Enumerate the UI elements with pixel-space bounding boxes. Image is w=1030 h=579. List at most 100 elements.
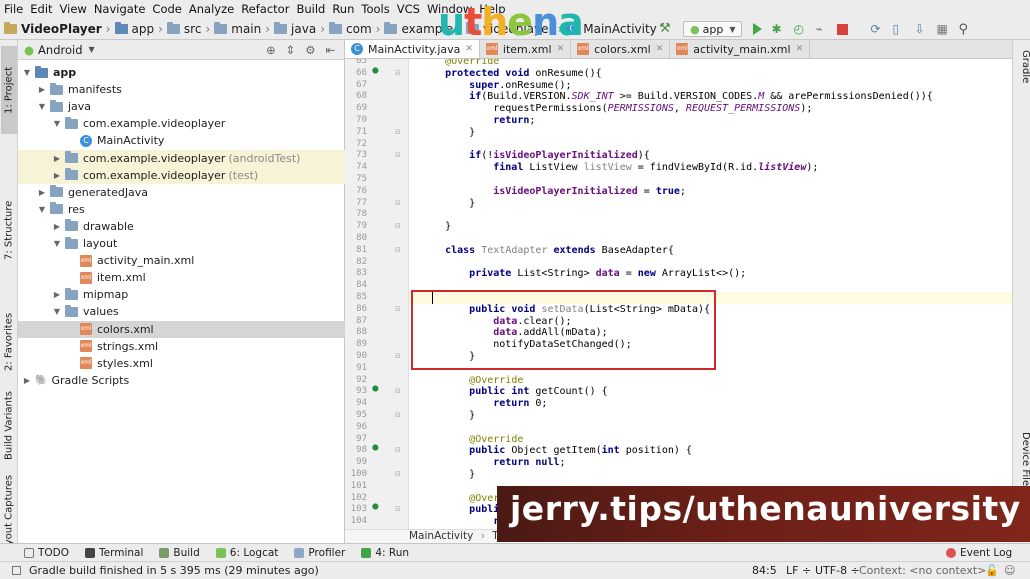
- fold-end-icon[interactable]: ⊟: [395, 199, 401, 207]
- close-icon[interactable]: ✕: [796, 44, 804, 54]
- expand-arrow-icon[interactable]: ▼: [22, 68, 32, 77]
- tree-item[interactable]: xml item.xml: [18, 269, 345, 286]
- breadcrumb-item[interactable]: main: [214, 21, 261, 36]
- scroll-from-source-icon[interactable]: ⊕: [266, 43, 276, 57]
- tab-favorites[interactable]: 2: Favorites: [1, 302, 17, 382]
- breadcrumb-item[interactable]: app: [114, 21, 154, 36]
- tree-item[interactable]: ▶ com.example.videoplayer (androidTest): [18, 149, 345, 167]
- stop-icon[interactable]: [837, 23, 849, 35]
- fold-icon[interactable]: ⊟: [395, 505, 401, 513]
- menu-file[interactable]: File: [4, 2, 23, 16]
- override-marker-icon[interactable]: ⬤: [372, 444, 382, 454]
- breadcrumb-item[interactable]: VideoPlayer: [4, 21, 102, 36]
- tree-item[interactable]: ▼ res: [18, 201, 345, 218]
- editor-tab[interactable]: C MainActivity.java ✕: [345, 40, 480, 58]
- context-indicator[interactable]: Context: <no context>: [859, 564, 986, 577]
- fold-icon[interactable]: ⊟: [395, 446, 401, 454]
- fold-icon[interactable]: ⊟: [395, 69, 401, 77]
- expand-arrow-icon[interactable]: ▼: [37, 205, 47, 214]
- avd-manager-icon[interactable]: ▯: [892, 22, 906, 36]
- tree-item[interactable]: ▼ values: [18, 303, 345, 320]
- fold-icon[interactable]: ⊟: [395, 387, 401, 395]
- menu-code[interactable]: Code: [152, 2, 181, 16]
- menu-edit[interactable]: Edit: [30, 2, 52, 16]
- tree-item[interactable]: xml colors.xml: [18, 320, 345, 338]
- tree-item[interactable]: C MainActivity: [18, 132, 345, 149]
- fold-icon[interactable]: ⊟: [395, 151, 401, 159]
- tool-logcat[interactable]: 6: Logcat: [215, 547, 278, 559]
- run-icon[interactable]: [753, 23, 763, 35]
- tree-item[interactable]: ▼ app: [18, 64, 345, 81]
- editor-tab[interactable]: xml item.xml ✕: [480, 40, 572, 58]
- tree-item[interactable]: ▶ generatedJava: [18, 184, 345, 201]
- tree-item[interactable]: ▼ java: [18, 98, 345, 115]
- collapse-arrow-icon[interactable]: ▶: [22, 376, 32, 385]
- collapse-arrow-icon[interactable]: ▶: [37, 188, 47, 197]
- collapse-arrow-icon[interactable]: ▶: [52, 222, 62, 231]
- line-separator[interactable]: LF ÷: [786, 564, 811, 577]
- tool-build[interactable]: Build: [159, 547, 200, 559]
- fold-icon[interactable]: ⊟: [395, 305, 401, 313]
- lock-icon[interactable]: 🔓: [985, 564, 999, 577]
- tree-item[interactable]: ▼ layout: [18, 235, 345, 252]
- tree-item[interactable]: xml activity_main.xml: [18, 252, 345, 269]
- expand-arrow-icon[interactable]: ▼: [37, 102, 47, 111]
- tool-todo[interactable]: TODO: [24, 547, 69, 559]
- breadcrumb-item[interactable]: com: [329, 21, 372, 36]
- tree-item[interactable]: ▶ com.example.videoplayer (test): [18, 166, 345, 184]
- tree-item[interactable]: xml styles.xml: [18, 355, 345, 372]
- editor-tab[interactable]: xml activity_main.xml ✕: [670, 40, 811, 58]
- menu-build[interactable]: Build: [296, 2, 325, 16]
- tab-structure[interactable]: 7: Structure: [1, 180, 17, 280]
- tool-run[interactable]: 4: Run: [361, 547, 409, 559]
- search-icon[interactable]: ⚲: [958, 22, 972, 37]
- tree-item[interactable]: xml strings.xml: [18, 338, 345, 355]
- project-view-selector[interactable]: Android: [38, 43, 82, 57]
- menu-vcs[interactable]: VCS: [397, 2, 420, 16]
- tab-project[interactable]: 1: Project: [1, 46, 17, 134]
- tree-item[interactable]: ▶ 🐘 Gradle Scripts: [18, 372, 345, 389]
- expand-arrow-icon[interactable]: ▼: [52, 307, 62, 316]
- collapse-all-icon[interactable]: ⇕: [286, 43, 296, 57]
- expand-arrow-icon[interactable]: ▼: [52, 239, 62, 248]
- close-icon[interactable]: ✕: [557, 44, 565, 54]
- tree-item[interactable]: ▶ manifests: [18, 81, 345, 98]
- collapse-arrow-icon[interactable]: ▶: [52, 154, 62, 163]
- breadcrumb-item[interactable]: src: [166, 21, 201, 36]
- fold-end-icon[interactable]: ⊟: [395, 128, 401, 136]
- override-marker-icon[interactable]: ⬤: [372, 67, 382, 77]
- tree-item[interactable]: ▼ com.example.videoplayer: [18, 115, 345, 132]
- expand-arrow-icon[interactable]: ▼: [52, 119, 62, 128]
- menu-tools[interactable]: Tools: [361, 2, 389, 16]
- editor-breadcrumb-class[interactable]: MainActivity: [409, 530, 473, 542]
- layout-inspector-icon[interactable]: ▦: [936, 22, 950, 36]
- caret-position[interactable]: 84:5: [752, 564, 777, 577]
- tool-profiler[interactable]: Profiler: [294, 547, 345, 559]
- attach-debugger-icon[interactable]: ⌁: [815, 22, 829, 36]
- override-marker-icon[interactable]: ⬤: [372, 385, 382, 395]
- menu-analyze[interactable]: Analyze: [189, 2, 234, 16]
- tool-event-log[interactable]: Event Log: [946, 547, 1012, 559]
- fold-end-icon[interactable]: ⊟: [395, 352, 401, 360]
- inspector-icon[interactable]: ☺: [1004, 564, 1015, 577]
- sdk-manager-icon[interactable]: ⇩: [914, 22, 928, 36]
- menu-refactor[interactable]: Refactor: [241, 2, 289, 16]
- tree-item[interactable]: ▶ drawable: [18, 218, 345, 235]
- chevron-down-icon[interactable]: ▼: [89, 45, 95, 54]
- breadcrumb-item[interactable]: java: [274, 21, 316, 36]
- debug-icon[interactable]: ✱: [771, 22, 785, 36]
- tab-gradle[interactable]: Gradle: [1015, 50, 1030, 83]
- tree-item[interactable]: ▶ mipmap: [18, 286, 345, 303]
- tab-build-variants[interactable]: Build Variants: [1, 386, 17, 466]
- menu-navigate[interactable]: Navigate: [94, 2, 146, 16]
- fold-end-icon[interactable]: ⊟: [395, 470, 401, 478]
- status-message[interactable]: Gradle build finished in 5 s 395 ms (29 …: [29, 564, 319, 577]
- hammer-icon[interactable]: ⚒: [659, 22, 673, 36]
- close-icon[interactable]: ✕: [465, 44, 473, 54]
- fold-end-icon[interactable]: ⊟: [395, 222, 401, 230]
- sync-gradle-icon[interactable]: ⟳: [870, 22, 884, 36]
- file-encoding[interactable]: UTF-8 ÷: [815, 564, 860, 577]
- editor-tab[interactable]: xml colors.xml ✕: [571, 40, 671, 58]
- hide-panel-icon[interactable]: ⇤: [326, 43, 336, 57]
- collapse-arrow-icon[interactable]: ▶: [52, 171, 62, 180]
